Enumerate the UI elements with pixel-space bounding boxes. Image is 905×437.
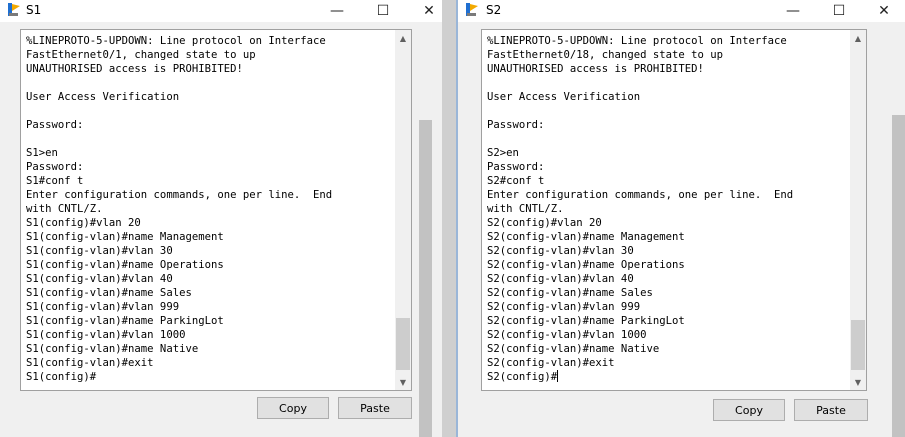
terminal-line: S2>en (487, 147, 519, 159)
terminal-line: S2(config-vlan)#name ParkingLot (487, 315, 685, 327)
terminal-line: S2(config-vlan)#name Management (487, 231, 685, 243)
close-button[interactable]: ✕ (861, 0, 905, 22)
terminal-line: Password: (26, 161, 84, 173)
window-title: S1 (26, 3, 42, 17)
terminal-line: S1(config-vlan)#vlan 1000 (26, 329, 186, 341)
terminal-console[interactable]: %LINEPROTO-5-UPDOWN: Line protocol on In… (481, 29, 867, 391)
terminal-scrollbar[interactable]: ▲ ▼ (850, 30, 866, 390)
terminal-line: S1(config-vlan)#vlan 40 (26, 273, 173, 285)
terminal-line: %LINEPROTO-5-UPDOWN: Line protocol on In… (487, 35, 787, 47)
terminal-line: S1(config-vlan)#name ParkingLot (26, 315, 224, 327)
window-divider (442, 0, 456, 437)
terminal-line: with CNTL/Z. (26, 203, 103, 215)
terminal-line: S1(config-vlan)#name Management (26, 231, 224, 243)
terminal-line: S2(config-vlan)#vlan 40 (487, 273, 634, 285)
terminal-line: Enter configuration commands, one per li… (26, 189, 333, 201)
terminal-line: Password: (487, 119, 545, 131)
terminal-line: S1(config)#vlan 20 (26, 217, 141, 229)
terminal-line: S1(config)# (26, 371, 97, 383)
terminal-output: %LINEPROTO-5-UPDOWN: Line protocol on In… (26, 34, 332, 384)
terminal-line: S1(config-vlan)#name Native (26, 343, 199, 355)
terminal-line: S2(config)#vlan 20 (487, 217, 602, 229)
terminal-line: S2(config)# (487, 371, 558, 383)
terminal-line: S2(config-vlan)#name Native (487, 343, 660, 355)
terminal-line: FastEthernet0/18, changed state to up (487, 49, 723, 61)
scroll-up-icon[interactable]: ▲ (395, 30, 411, 46)
terminal-console[interactable]: %LINEPROTO-5-UPDOWN: Line protocol on In… (20, 29, 412, 391)
terminal-line: S1(config-vlan)#name Sales (26, 287, 192, 299)
terminal-line: Enter configuration commands, one per li… (487, 189, 794, 201)
terminal-line: S2(config-vlan)#vlan 1000 (487, 329, 647, 341)
paste-button[interactable]: Paste (794, 399, 868, 421)
terminal-line: User Access Verification (487, 91, 641, 103)
scroll-up-icon[interactable]: ▲ (850, 30, 866, 46)
terminal-line: S2(config-vlan)#vlan 999 (487, 301, 641, 313)
terminal-line: S2(config-vlan)#name Operations (487, 259, 685, 271)
close-button[interactable]: ✕ (406, 0, 442, 22)
scrollbar-thumb[interactable] (396, 318, 410, 370)
window-s1: S1 — ☐ ✕ %LINEPROTO-5-UPDOWN: Line proto… (0, 0, 442, 437)
terminal-line: with CNTL/Z. (487, 203, 564, 215)
terminal-line: FastEthernet0/1, changed state to up (26, 49, 256, 61)
minimize-button[interactable]: — (314, 0, 360, 22)
copy-button[interactable]: Copy (257, 397, 329, 419)
terminal-line: User Access Verification (26, 91, 180, 103)
scrollbar-thumb[interactable] (851, 320, 865, 370)
terminal-line: S1(config-vlan)#name Operations (26, 259, 224, 271)
terminal-line: S2(config-vlan)#name Sales (487, 287, 653, 299)
window-s2: S2 — ☐ ✕ %LINEPROTO-5-UPDOWN: Line proto… (456, 0, 905, 437)
text-cursor (557, 370, 559, 382)
terminal-output: %LINEPROTO-5-UPDOWN: Line protocol on In… (487, 34, 793, 384)
background-scrollbar-thumb[interactable] (892, 115, 905, 437)
terminal-line: S1(config-vlan)#vlan 30 (26, 245, 173, 257)
terminal-line: Password: (487, 161, 545, 173)
title-bar[interactable]: S1 — ☐ ✕ (0, 0, 442, 22)
terminal-line: S2#conf t (487, 175, 545, 187)
terminal-line: %LINEPROTO-5-UPDOWN: Line protocol on In… (26, 35, 326, 47)
title-bar[interactable]: S2 — ☐ ✕ (458, 0, 905, 22)
terminal-line: UNAUTHORISED access is PROHIBITED! (487, 63, 704, 75)
window-title: S2 (486, 3, 502, 17)
maximize-button[interactable]: ☐ (360, 0, 406, 22)
terminal-line: S2(config-vlan)#exit (487, 357, 615, 369)
terminal-line: S1(config-vlan)#exit (26, 357, 154, 369)
background-scrollbar[interactable] (417, 22, 434, 437)
background-scrollbar-thumb[interactable] (419, 120, 432, 437)
terminal-line: S2(config-vlan)#vlan 30 (487, 245, 634, 257)
scroll-down-icon[interactable]: ▼ (850, 374, 866, 390)
terminal-line: UNAUTHORISED access is PROHIBITED! (26, 63, 243, 75)
terminal-line: Password: (26, 119, 84, 131)
scroll-down-icon[interactable]: ▼ (395, 374, 411, 390)
background-scrollbar[interactable] (890, 22, 905, 437)
terminal-line: S1(config-vlan)#vlan 999 (26, 301, 180, 313)
terminal-line: S1>en (26, 147, 58, 159)
maximize-button[interactable]: ☐ (816, 0, 862, 22)
terminal-scrollbar[interactable]: ▲ ▼ (395, 30, 411, 390)
packet-tracer-icon (8, 3, 20, 16)
copy-button[interactable]: Copy (713, 399, 785, 421)
paste-button[interactable]: Paste (338, 397, 412, 419)
packet-tracer-icon (466, 3, 478, 16)
minimize-button[interactable]: — (770, 0, 816, 22)
terminal-line: S1#conf t (26, 175, 84, 187)
